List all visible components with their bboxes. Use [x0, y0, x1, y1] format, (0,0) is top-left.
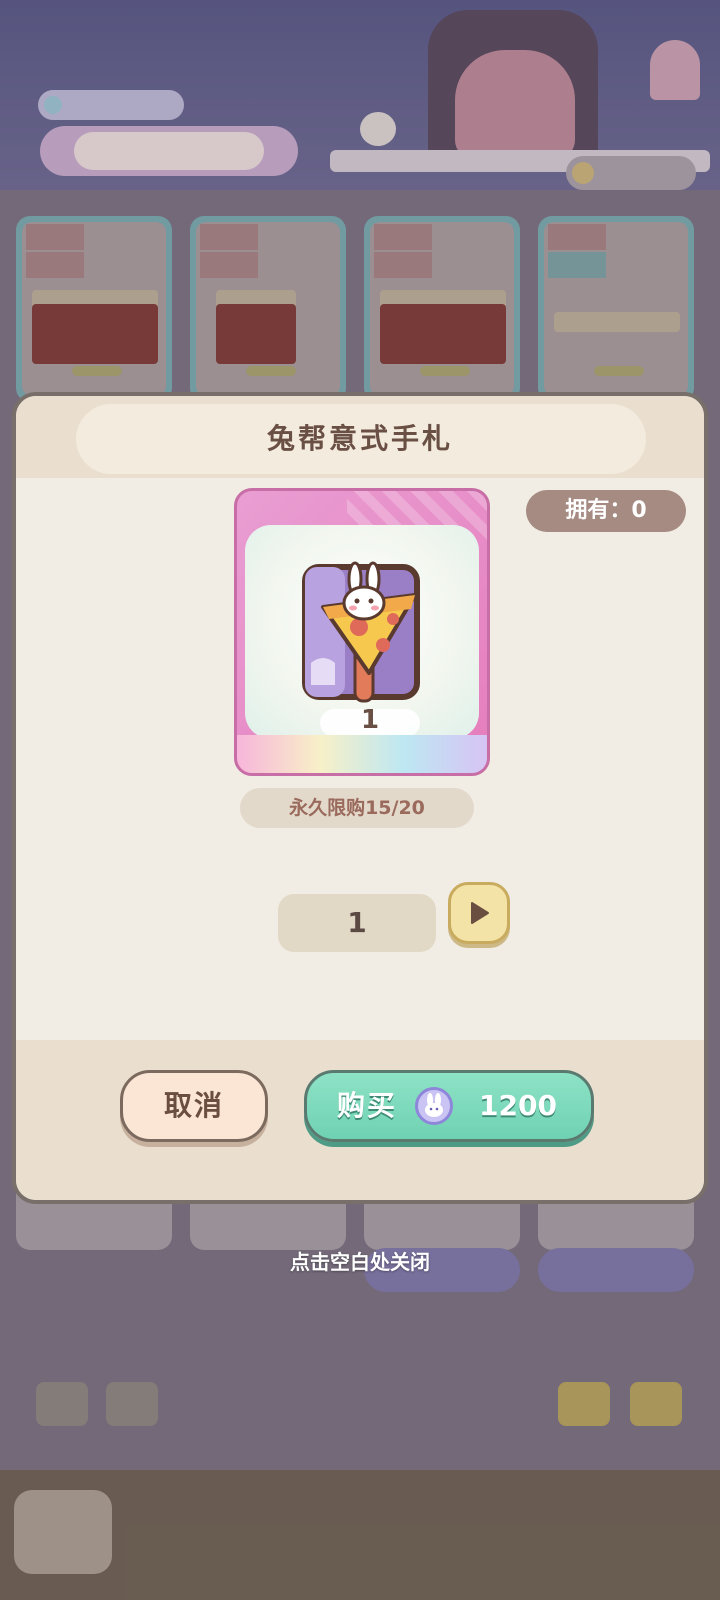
rabbit-pizza-notebook-icon [302, 561, 420, 703]
cancel-button[interactable]: 取消 [120, 1070, 268, 1142]
rabbit-coin-icon [415, 1087, 453, 1125]
play-arrow-icon [471, 902, 489, 924]
quantity-field[interactable]: 1 [278, 894, 436, 952]
purchase-limit: 永久限购15/20 [240, 788, 474, 828]
increase-quantity-button[interactable] [448, 882, 510, 944]
buy-label: 购买 [337, 1089, 398, 1122]
dialog-title: 兔帮意式手札 [266, 422, 453, 455]
close-hint: 点击空白处关闭 [290, 1250, 430, 1274]
buy-button[interactable]: 购买 1200 [304, 1070, 594, 1142]
item-card: 1 [234, 488, 490, 776]
owned-count-badge: 拥有：0 [526, 490, 686, 532]
price-value: 1200 [479, 1089, 557, 1122]
purchase-dialog: 兔帮意式手札 拥有：0 1 永久限购15/20 1 取消 购买 1200 [12, 392, 708, 1204]
item-quantity: 1 [360, 705, 380, 735]
